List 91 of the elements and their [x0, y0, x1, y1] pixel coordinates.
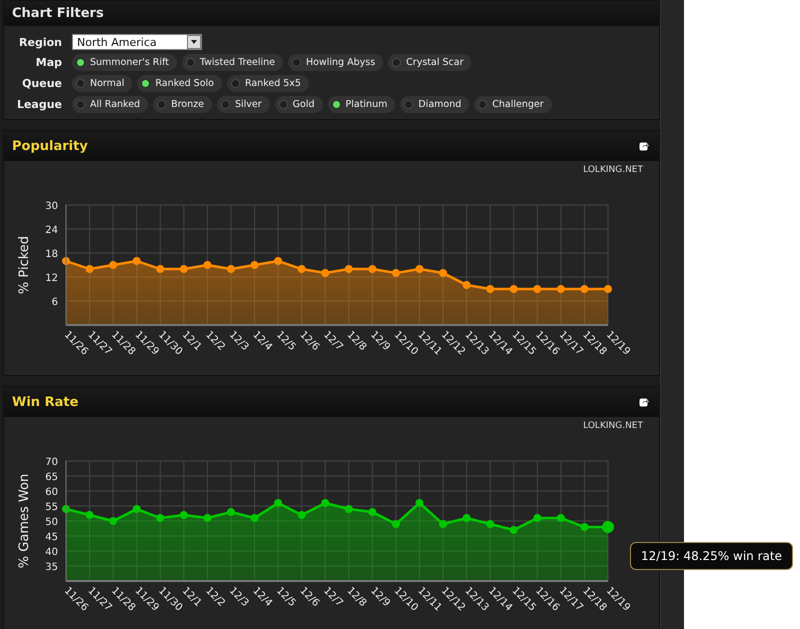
radio-option[interactable]: Bronze — [153, 96, 212, 113]
data-point[interactable] — [602, 521, 614, 533]
data-point[interactable] — [556, 285, 565, 293]
y-axis-title: % Picked — [17, 236, 32, 294]
region-dropdown[interactable]: North America — [72, 34, 202, 50]
data-point[interactable] — [132, 257, 141, 265]
panel-title: Popularity — [12, 138, 88, 154]
data-point[interactable] — [226, 265, 235, 273]
data-point[interactable] — [462, 281, 471, 289]
y-tick-label: 12 — [45, 273, 58, 284]
data-point[interactable] — [556, 514, 565, 522]
radio-option[interactable]: Ranked 5x5 — [226, 75, 309, 92]
field-label: League — [16, 98, 62, 111]
y-tick-label: 40 — [45, 547, 58, 558]
data-point[interactable] — [250, 514, 259, 522]
source-label: LOLKING.NET — [583, 421, 643, 431]
data-point[interactable] — [109, 261, 118, 269]
caret-icon — [191, 40, 197, 44]
data-point[interactable] — [462, 514, 471, 522]
data-point[interactable] — [203, 261, 212, 269]
y-tick-label: 55 — [45, 502, 58, 513]
data-point[interactable] — [344, 505, 353, 513]
y-tick-label: 45 — [45, 532, 58, 543]
data-point[interactable] — [298, 511, 306, 519]
y-axis-title: % Games Won — [17, 474, 32, 568]
data-point[interactable] — [109, 517, 118, 525]
radio-option[interactable]: Silver — [216, 96, 270, 113]
radio-option[interactable]: Normal — [72, 75, 132, 92]
data-point[interactable] — [86, 265, 94, 273]
data-point[interactable] — [368, 508, 376, 516]
y-tick-label: 65 — [45, 472, 58, 483]
data-point[interactable] — [580, 523, 588, 531]
radio-option[interactable]: Gold — [274, 96, 322, 113]
y-tick-label: 6 — [52, 297, 58, 308]
data-point[interactable] — [62, 505, 70, 513]
y-tick-label: 30 — [45, 201, 58, 212]
panel-title: Chart Filters — [12, 6, 104, 21]
y-tick-label: 60 — [45, 487, 58, 498]
data-point[interactable] — [486, 520, 494, 528]
data-point[interactable] — [415, 265, 424, 273]
data-point[interactable] — [250, 261, 259, 269]
data-point[interactable] — [604, 285, 612, 293]
data-point[interactable] — [368, 265, 376, 273]
panel-title: Win Rate — [12, 394, 78, 410]
radio-option[interactable]: Challenger — [474, 96, 552, 113]
radio-option[interactable]: Diamond — [400, 96, 470, 113]
data-point[interactable] — [510, 285, 518, 293]
data-point[interactable] — [86, 511, 94, 519]
data-point[interactable] — [156, 514, 164, 522]
data-point[interactable] — [132, 505, 141, 513]
y-tick-label: 18 — [45, 249, 58, 260]
radio-option[interactable]: Summoner's Rift — [72, 54, 177, 71]
data-point[interactable] — [533, 285, 542, 293]
data-point[interactable] — [392, 520, 400, 528]
radio-option[interactable]: All Ranked — [72, 96, 148, 113]
y-tick-label: 50 — [45, 517, 58, 528]
data-point[interactable] — [415, 499, 424, 507]
data-point[interactable] — [486, 285, 494, 293]
y-tick-label: 24 — [45, 225, 58, 236]
data-point[interactable] — [226, 508, 235, 516]
data-point[interactable] — [510, 526, 518, 534]
data-point[interactable] — [321, 499, 330, 507]
radio-option[interactable]: Twisted Treeline — [182, 54, 284, 71]
data-point[interactable] — [180, 265, 188, 273]
data-point[interactable] — [392, 269, 400, 277]
data-point[interactable] — [533, 514, 542, 522]
data-point[interactable] — [274, 499, 282, 507]
data-point[interactable] — [439, 520, 448, 528]
radio-option[interactable]: Ranked Solo — [137, 75, 222, 92]
tooltip: 12/19: 48.25% win rate — [630, 542, 793, 570]
data-point[interactable] — [298, 265, 306, 273]
y-tick-label: 70 — [45, 457, 58, 468]
export-icon[interactable] — [639, 397, 649, 407]
radio-option[interactable]: Platinum — [328, 96, 396, 113]
data-point[interactable] — [62, 257, 70, 265]
field-label: Region — [18, 36, 62, 48]
data-point[interactable] — [180, 511, 188, 519]
data-point[interactable] — [344, 265, 353, 273]
radio-option[interactable]: Howling Abyss — [288, 54, 384, 71]
source-label: LOLKING.NET — [583, 165, 643, 175]
data-point[interactable] — [156, 265, 164, 273]
y-tick-label: 35 — [45, 562, 58, 573]
radio-option[interactable]: Crystal Scar — [388, 54, 472, 71]
data-point[interactable] — [439, 269, 448, 277]
data-point[interactable] — [274, 257, 282, 265]
data-point[interactable] — [321, 269, 330, 277]
field-label: Map — [34, 56, 62, 69]
export-icon[interactable] — [639, 141, 649, 151]
field-label: Queue — [21, 77, 62, 90]
data-point[interactable] — [203, 514, 212, 522]
data-point[interactable] — [580, 285, 588, 293]
